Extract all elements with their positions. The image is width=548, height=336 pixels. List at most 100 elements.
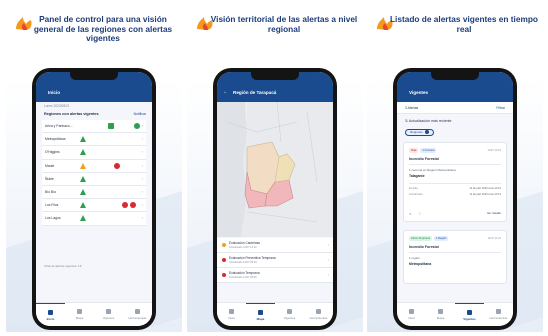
- nav-tools[interactable]: Herramientas: [304, 303, 333, 326]
- nav-map[interactable]: Mapa: [426, 303, 455, 326]
- region-row[interactable]: Bío Bío ›: [42, 185, 146, 200]
- alert-card[interactable]: Alerta Temprana 1 Región 11/07 11:21 Inc…: [403, 230, 507, 284]
- phone-screen: ← Región de Tarapacá Evaluación Cautelos…: [217, 72, 333, 326]
- nav-tools[interactable]: Herramientas: [123, 303, 152, 326]
- bell-icon[interactable]: ♢: [418, 211, 422, 216]
- region-name: Arica y Parinaco...: [45, 124, 73, 128]
- region-name: Maule: [45, 163, 55, 168]
- red-dot-icon: [122, 202, 128, 209]
- close-icon[interactable]: [424, 130, 429, 135]
- amber-dot-icon: [222, 243, 226, 247]
- region-row[interactable]: Los Ríos ›: [42, 199, 146, 213]
- nav-label: Vigentes: [102, 316, 115, 320]
- phone-notch: [251, 72, 299, 80]
- chevron-right-icon: ›: [327, 272, 329, 277]
- phone-notch: [431, 72, 479, 80]
- panel-caption: Listado de alertas vigentes en tiempo re…: [389, 14, 538, 34]
- region-row[interactable]: Los Lagos ›: [42, 212, 146, 226]
- nav-label: Herramientas: [128, 316, 147, 320]
- region-row[interactable]: Metropolitana ›: [42, 133, 146, 147]
- region-name: Metropolitana: [45, 137, 66, 142]
- chevron-right-icon: ›: [141, 162, 143, 168]
- region-row[interactable]: Maule ›: [42, 159, 146, 173]
- alert-title: Evaluación Temprana: [229, 271, 260, 275]
- panel-caption: Panel de control para una visión general…: [33, 14, 173, 44]
- updated-value: 11 de julio 2023 a las 13:13: [469, 193, 501, 196]
- alert-description: 1 región: [409, 256, 420, 260]
- date-subtitle: Lunes 2023/08/21: [44, 104, 70, 108]
- nav-home[interactable]: Inicio: [397, 303, 426, 326]
- bottom-nav: Inicio Mapa Vigentes Herramientas: [36, 302, 152, 326]
- chevron-right-icon: ›: [141, 202, 143, 208]
- green-triangle-icon: [80, 188, 86, 195]
- home-icon: [409, 309, 414, 314]
- notify-link[interactable]: Notificar: [134, 112, 146, 116]
- panel-dashboard: Panel de control para una visión general…: [6, 6, 182, 332]
- region-row[interactable]: Arica y Parinaco... ›: [42, 120, 146, 134]
- nav-home[interactable]: Inicio: [36, 303, 65, 326]
- section-title: Regiones con alertas vigentes: [44, 112, 99, 116]
- app-store-screenshots: Panel de control para una visión general…: [0, 0, 548, 336]
- nav-label: Mapa: [75, 316, 84, 320]
- alert-row[interactable]: Evaluación Cautelosa Actualizado 11/07 1…: [217, 238, 333, 253]
- bottom-nav: Inicio Mapa Vigentes Herramientas: [217, 302, 333, 326]
- nav-label: Inicio: [407, 316, 415, 320]
- chevron-right-icon: ›: [141, 123, 143, 128]
- share-icon[interactable]: <: [409, 211, 411, 216]
- alert-description: 1 comuna en Región Metropolitana: [409, 168, 456, 172]
- nav-alerts[interactable]: Vigentes: [94, 303, 123, 326]
- region-name: Ñuble: [45, 176, 54, 181]
- chevron-right-icon: ›: [141, 188, 143, 194]
- view-detail-link[interactable]: Ver detalle: [487, 211, 501, 215]
- nav-map[interactable]: Mapa: [65, 303, 94, 326]
- region-name: Los Lagos: [45, 216, 61, 221]
- nav-alerts[interactable]: Vigentes: [275, 303, 304, 326]
- chevron-right-icon: ›: [141, 215, 143, 221]
- status-badge: Roja: [409, 148, 419, 153]
- alert-title: Evaluación Preventiva Temprana: [229, 256, 276, 260]
- filter-chip[interactable]: Regiones: [405, 129, 434, 136]
- back-arrow-icon[interactable]: ←: [223, 89, 228, 95]
- sort-selector[interactable]: ⇅ Actualización más reciente: [405, 119, 452, 123]
- green-triangle-icon: [80, 215, 86, 222]
- region-row[interactable]: Ñuble ›: [42, 172, 146, 186]
- phone-frame: Vigentes 3 Alertas Filtrar ⇅ Actualizaci…: [393, 68, 517, 330]
- alert-row[interactable]: Evaluación Preventiva Temprana Actualiza…: [217, 253, 333, 268]
- alert-icon: [106, 309, 111, 314]
- updated-label: Actualizada: [409, 193, 423, 196]
- nav-alerts[interactable]: Vigentes: [455, 303, 484, 326]
- alert-card[interactable]: Roja 1 Comuna 11/07 13:13 Incendio Fores…: [403, 142, 507, 222]
- green-triangle-icon: [80, 136, 86, 143]
- region-row[interactable]: O'Higgins ›: [42, 146, 146, 160]
- alert-icon: [467, 309, 472, 315]
- nav-label: Herramientas: [309, 316, 328, 320]
- green-triangle-icon: [80, 149, 86, 156]
- map-icon: [258, 309, 263, 315]
- nav-label: Inicio: [46, 316, 55, 321]
- alert-place: Talagante: [409, 174, 425, 178]
- red-dot-icon: [222, 258, 226, 262]
- home-icon: [229, 309, 234, 314]
- nav-tools[interactable]: Herramientas: [484, 303, 513, 326]
- amber-triangle-icon: [80, 162, 86, 169]
- map-canvas: [217, 101, 333, 237]
- phone-frame: Inicio Lunes 2023/08/21 Regiones con ale…: [32, 68, 156, 330]
- screen-title: Región de Tarapacá: [233, 90, 277, 95]
- alert-date: 11/07 11:21: [487, 237, 501, 240]
- region-list: Arica y Parinaco... › Metropolitana › O'…: [42, 120, 146, 226]
- region-name: Bío Bío: [45, 189, 57, 194]
- nav-home[interactable]: Inicio: [217, 303, 246, 326]
- alert-subtitle: Actualizado 11/07 08:05: [229, 276, 257, 279]
- panel-alert-list: Listado de alertas vigentes en tiempo re…: [367, 6, 543, 332]
- divider: [409, 252, 501, 253]
- nav-map[interactable]: Mapa: [246, 303, 275, 326]
- badge-group: Roja 1 Comuna: [409, 148, 437, 153]
- divider: [409, 164, 501, 165]
- alert-count: 3 Alertas: [405, 106, 419, 110]
- filter-button[interactable]: Filtrar: [496, 106, 505, 110]
- panel-map: Visión territorial de las alertas a nive…: [187, 6, 363, 332]
- map-icon: [438, 309, 443, 314]
- nav-label: Vigentes: [283, 316, 296, 320]
- region-map[interactable]: [217, 101, 333, 237]
- alert-row[interactable]: Evaluación Temprana Actualizado 11/07 08…: [217, 268, 333, 283]
